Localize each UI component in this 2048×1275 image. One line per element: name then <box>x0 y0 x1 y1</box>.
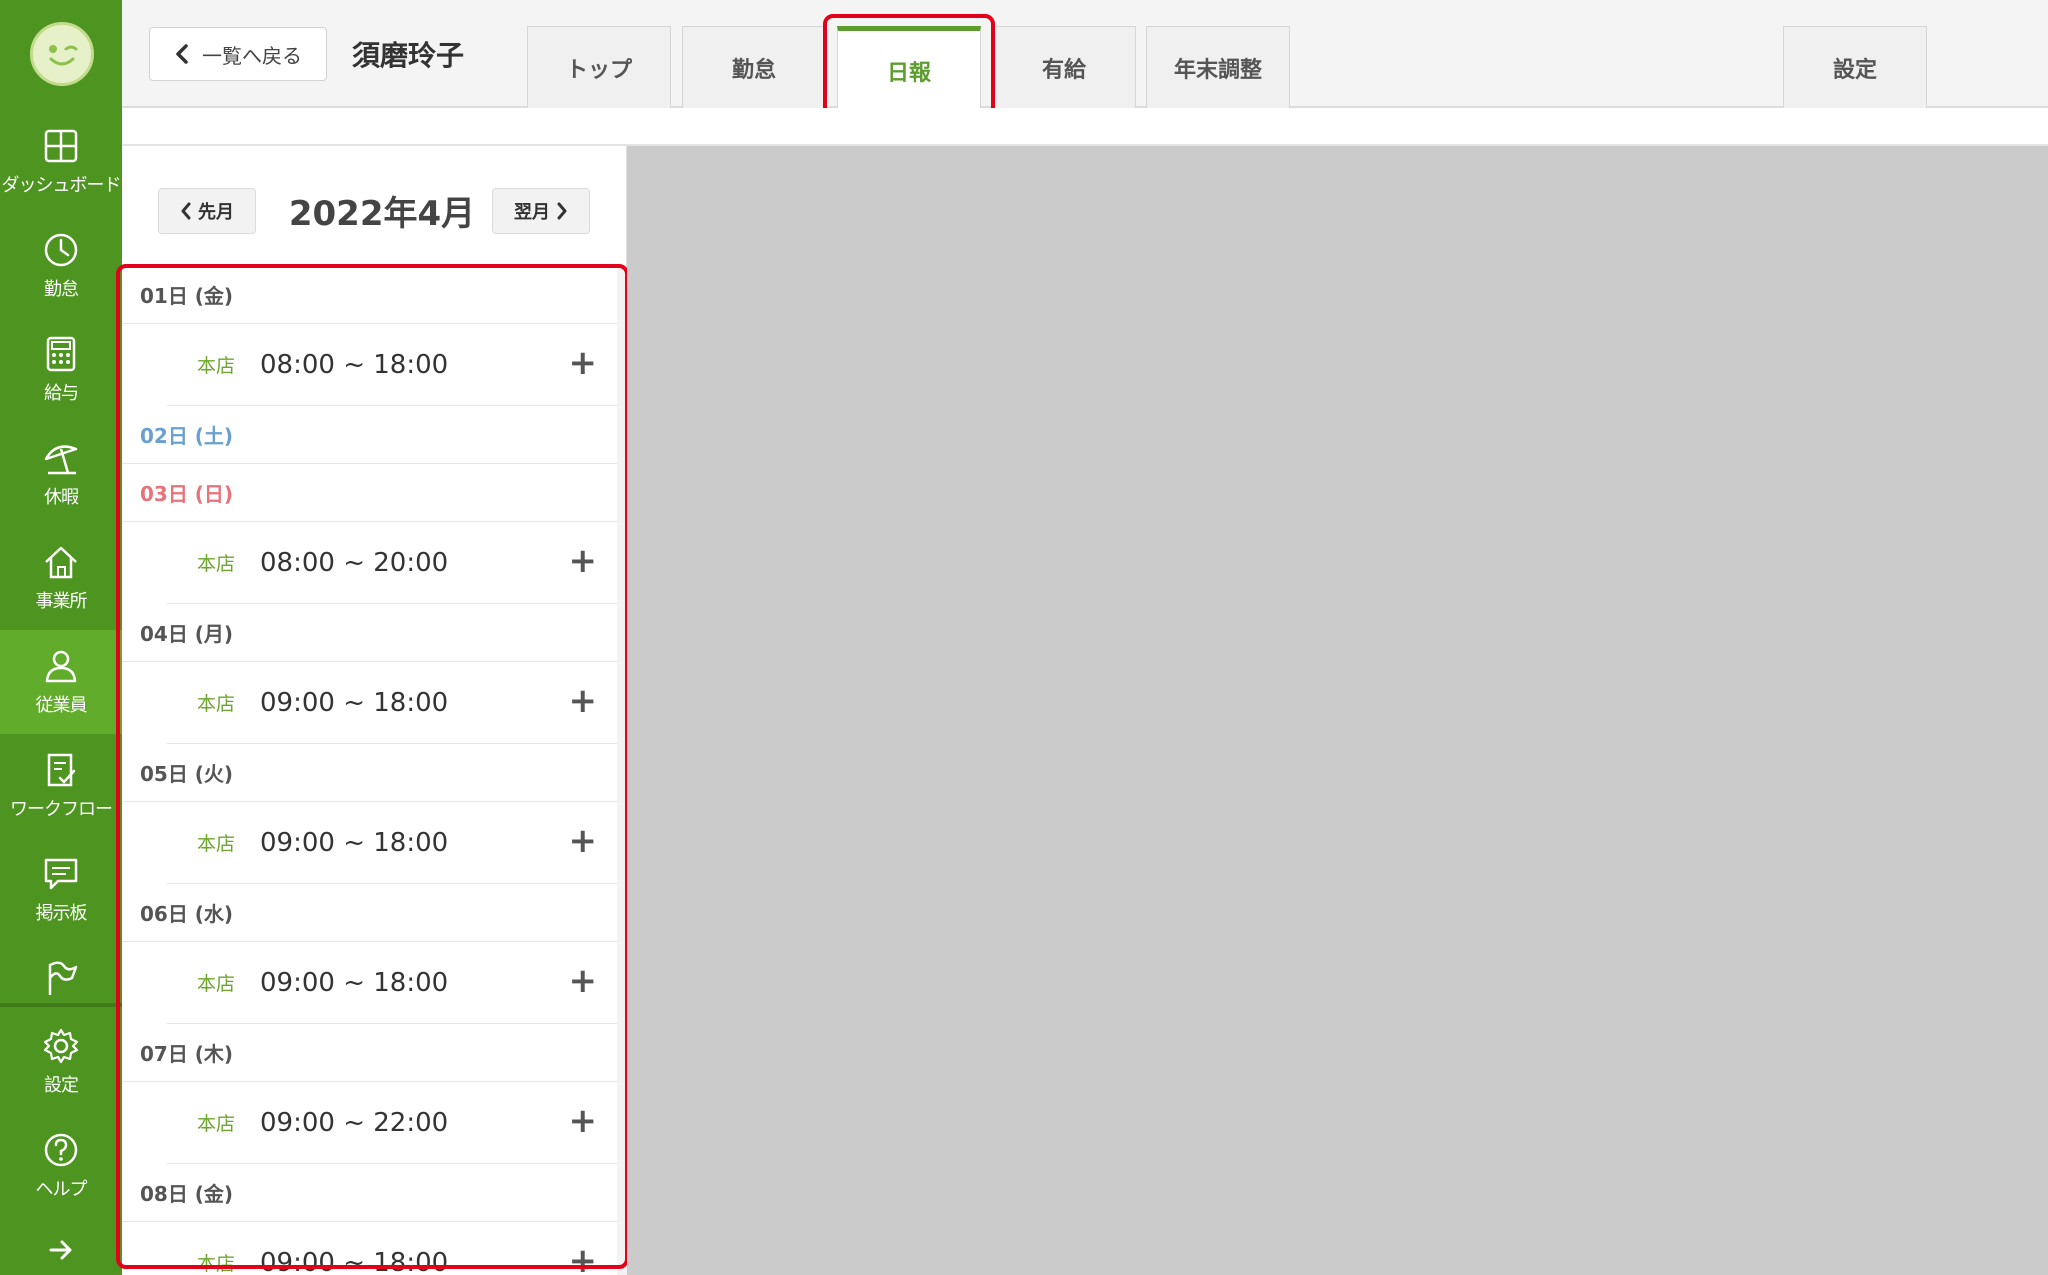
chat-icon <box>44 858 78 890</box>
sidebar-item-office[interactable]: 事業所 <box>0 526 122 630</box>
gear-icon <box>43 1028 79 1064</box>
sidebar-item-label: 給与 <box>44 383 79 404</box>
next-month-button[interactable]: 翌月 <box>492 188 590 234</box>
smiley-logo-icon <box>49 45 78 66</box>
sidebar-item-label: 勤怠 <box>44 279 79 300</box>
sidebar-item-settings[interactable]: 設定 <box>0 1010 122 1114</box>
sidebar: ダッシュボード 勤怠 給与 休暇 事業所 従業員 ワークフロー 掲示板 設定 ヘ… <box>0 0 122 1275</box>
clock-icon <box>44 233 78 267</box>
list-highlight-box <box>116 264 629 1269</box>
sidebar-bottom-nav: 設定 ヘルプ <box>0 1010 122 1218</box>
home-icon <box>45 546 77 579</box>
chevron-right-icon <box>557 202 567 220</box>
prev-month-label: 先月 <box>198 202 234 223</box>
sidebar-item-label: 休暇 <box>44 487 79 508</box>
tab-attendance[interactable]: 勤怠 <box>682 26 826 108</box>
sidebar-collapse-button[interactable] <box>0 1225 122 1275</box>
app-logo[interactable] <box>30 22 94 86</box>
sidebar-item-bulletin[interactable]: 掲示板 <box>0 838 122 942</box>
sidebar-divider <box>0 1003 122 1007</box>
sidebar-item-label: ワークフロー <box>10 799 113 820</box>
month-navigation: 先月 2022年4月 翌月 <box>122 146 627 266</box>
beach-umbrella-icon <box>44 445 78 475</box>
sidebar-item-attendance[interactable]: 勤怠 <box>0 214 122 318</box>
sidebar-nav: ダッシュボード 勤怠 給与 休暇 事業所 従業員 ワークフロー 掲示板 <box>0 110 122 1022</box>
sidebar-item-employees[interactable]: 従業員 <box>0 630 122 734</box>
sidebar-item-workflow[interactable]: ワークフロー <box>0 734 122 838</box>
prev-month-button[interactable]: 先月 <box>158 188 256 234</box>
tab-highlight-box <box>823 14 995 122</box>
back-button-label: 一覧へ戻る <box>202 43 302 68</box>
tab-settings[interactable]: 設定 <box>1783 26 1927 108</box>
sidebar-item-label: ダッシュボード <box>1 175 122 196</box>
chevron-left-icon <box>176 44 188 64</box>
sidebar-item-label: 従業員 <box>35 695 88 716</box>
tab-top[interactable]: トップ <box>527 26 671 108</box>
sidebar-item-label: ヘルプ <box>35 1179 88 1200</box>
back-to-list-button[interactable]: 一覧へ戻る <box>149 27 327 81</box>
next-month-label: 翌月 <box>514 202 550 223</box>
help-icon <box>44 1133 78 1167</box>
flag-icon <box>48 961 78 995</box>
sidebar-item-help[interactable]: ヘルプ <box>0 1114 122 1218</box>
checklist-icon <box>47 753 76 787</box>
tab-year-end-adjustment[interactable]: 年末調整 <box>1146 26 1290 108</box>
sidebar-item-dashboard[interactable]: ダッシュボード <box>0 110 122 214</box>
calculator-icon <box>46 336 76 372</box>
person-icon <box>45 650 77 683</box>
page-header: 一覧へ戻る 須磨玲子 トップ 勤怠 日報 有給 年末調整 設定 <box>122 0 2048 110</box>
employee-name: 須磨玲子 <box>352 39 465 72</box>
sidebar-item-label: 設定 <box>44 1075 79 1096</box>
sidebar-item-payroll[interactable]: 給与 <box>0 318 122 422</box>
sidebar-item-label: 掲示板 <box>35 903 88 924</box>
arrow-right-icon <box>49 1240 72 1260</box>
month-title: 2022年4月 <box>288 194 476 234</box>
sidebar-item-leave[interactable]: 休暇 <box>0 422 122 526</box>
report-detail-panel <box>627 146 2048 1275</box>
header-subbar <box>122 108 2048 146</box>
dashboard-icon <box>44 129 78 163</box>
sidebar-item-label: 事業所 <box>35 591 88 612</box>
chevron-left-icon <box>181 202 191 220</box>
tab-paid-leave[interactable]: 有給 <box>992 26 1136 108</box>
